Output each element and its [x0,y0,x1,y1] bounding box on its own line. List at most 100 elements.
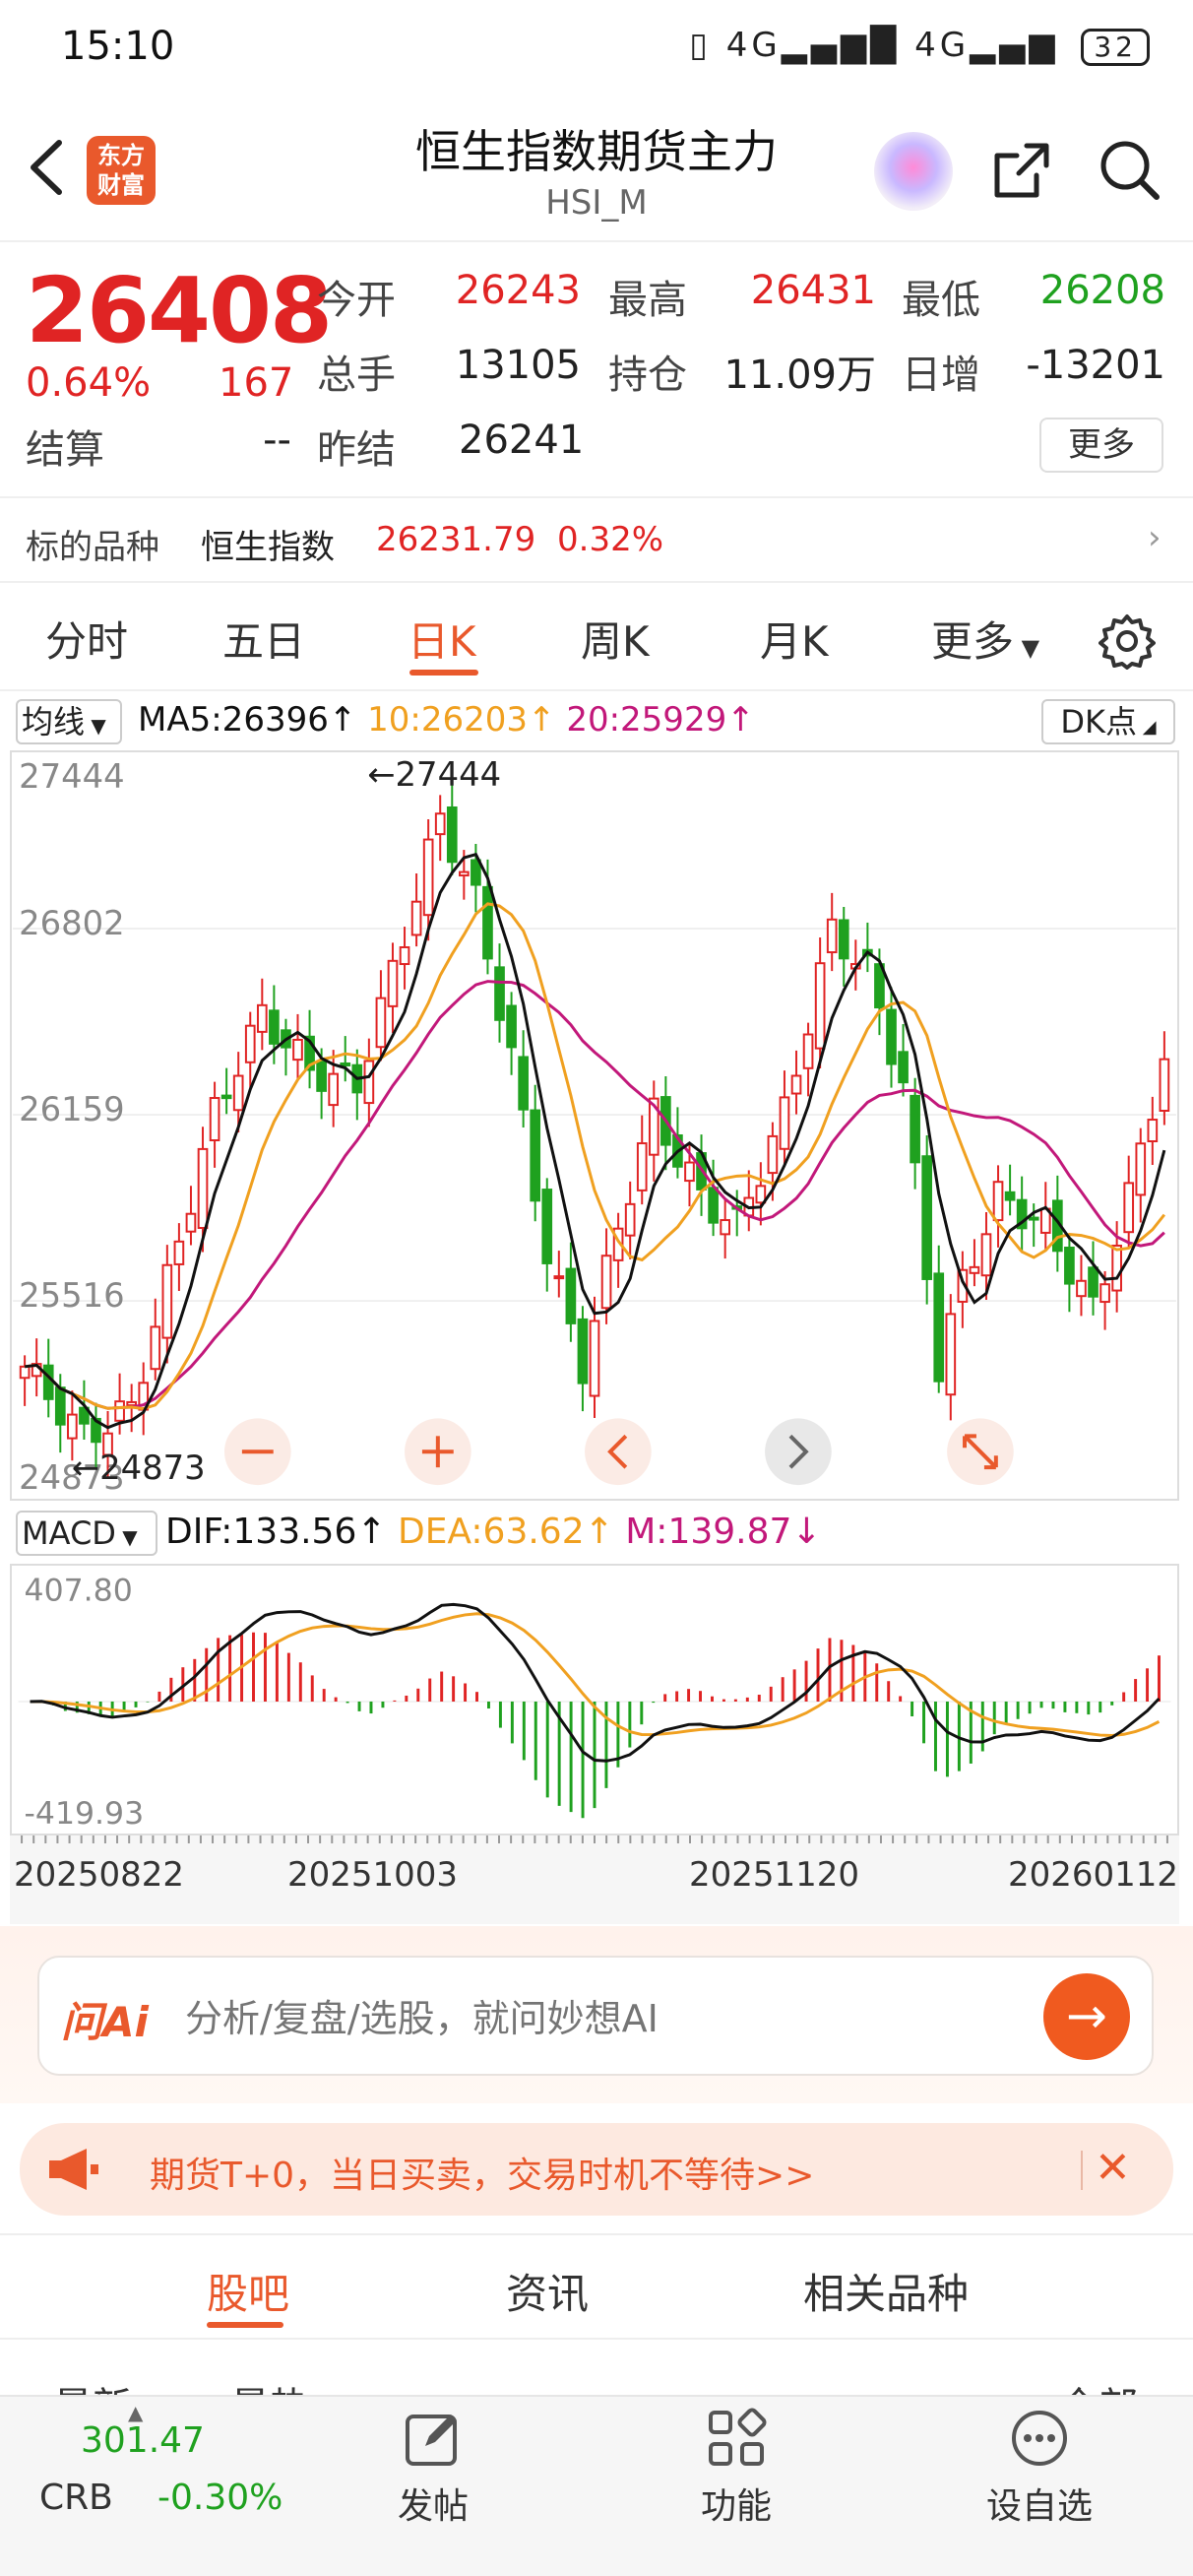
tab-weekly-k[interactable]: 周K [581,609,650,669]
macd-chart[interactable]: 407.80 -419.93 [10,1564,1179,1835]
quote-divider [0,496,1193,498]
nav-post[interactable]: 发帖 [345,2407,522,2564]
promo-divider [1081,2151,1083,2190]
daily-increase-label: 日增 [902,353,980,398]
signal-icon-1: 4G▂▄▆█ [725,26,901,65]
settle-label: 结算 [26,427,104,473]
candle-body [1028,1216,1039,1221]
candle-body [471,859,481,886]
candle-body [720,1219,730,1236]
nav-functions[interactable]: 功能 [648,2407,825,2564]
last-price: 26408 [26,258,333,363]
date-label-1: 20250822 [14,1855,185,1895]
status-time: 15:10 [61,24,175,69]
fullscreen-button[interactable] [947,1418,1014,1486]
candle-body [150,1325,161,1371]
candle-body [375,997,387,1049]
tab-related[interactable]: 相关品种 [803,2261,969,2321]
crb-pct: -0.30% [157,2478,283,2518]
ma-select[interactable]: 均线 ▼ [16,699,122,744]
tab-forum[interactable]: 股吧 [207,2261,289,2321]
sort-latest[interactable]: 最新 [53,2375,132,2397]
share-icon[interactable] [989,138,1054,203]
candle-body [42,1364,54,1400]
open-interest-label: 持仓 [608,353,687,398]
tab-more[interactable]: 更多 ▼ [931,609,1039,669]
settle-value: -- [263,418,291,463]
nav-watchlist[interactable]: 设自选 [951,2407,1128,2564]
candle-body [708,1187,719,1224]
search-icon[interactable] [1098,138,1162,203]
peek-row: 最新 最热 全部 [0,2344,1193,2397]
tab-intraday[interactable]: 分时 [45,609,128,669]
underlying-divider [0,581,1193,583]
candle-body [256,1003,268,1033]
section-tabs [0,2233,1193,2340]
candle-body [1088,1266,1099,1298]
candle-body [518,1056,529,1111]
candle-body [459,870,470,877]
candle-body [565,1267,577,1324]
candle-body [114,1400,125,1422]
status-bar: 15:10 ▯ 4G▂▄▆█ 4G▂▄▆ 32 [0,0,1193,98]
change-value: 167 [219,360,294,406]
candle-body [292,1038,303,1062]
candle-body [624,1202,636,1237]
filter-all[interactable]: 全部 [1059,2375,1138,2397]
ai-search-input[interactable] [185,1993,992,2044]
y-label-4: 25516 [19,1276,125,1315]
crb-name[interactable]: CRB [39,2478,113,2518]
vibrate-icon: ▯ [689,26,712,65]
scroll-right-button[interactable] [765,1418,832,1486]
zoom-out-button[interactable] [223,1418,291,1486]
tab-daily-k[interactable]: 日K [408,609,476,669]
gear-icon[interactable] [1099,612,1156,670]
candle-body [1159,1058,1170,1112]
dk-points-button[interactable]: DK点 ◢ [1041,699,1175,744]
crb-value: 301.47 [81,2420,205,2461]
tab-news[interactable]: 资讯 [506,2261,589,2321]
kline-chart[interactable]: 27444 26802 26159 25516 24873 ←27444 ←24… [10,750,1179,1501]
nav-functions-label: 功能 [700,2486,772,2527]
dropdown-icon: ▼ [1014,634,1040,662]
header-divider [0,240,1193,242]
sort-hot[interactable]: 最热 [230,2375,309,2397]
candles [19,779,1170,1479]
candle-body [553,1275,565,1280]
candle-body [399,945,410,966]
zoom-in-button[interactable] [405,1418,471,1486]
open-interest-value: 11.09万 [723,353,876,398]
candle-body [992,1181,1004,1222]
low-label: 最低 [902,278,980,323]
period-tabs: 分时 五日 日K 周K 月K 更多 ▼ [0,591,1193,685]
date-axis: 20250822 20251003 20251120 20260112 [10,1835,1179,1924]
scroll-left-button[interactable] [585,1418,652,1486]
arrow-right-icon[interactable]: → [1043,1973,1130,2060]
dropdown-icon: ▼ [115,1525,138,1549]
nav-watchlist-label: 设自选 [985,2486,1093,2527]
date-label-2: 20251003 [287,1855,459,1895]
tab-five-day[interactable]: 五日 [222,609,305,669]
candle-body [826,918,838,954]
candle-body [363,1060,375,1105]
date-label-4: 20260112 [1008,1855,1179,1895]
candle-body [541,1189,553,1264]
close-icon[interactable]: ✕ [1095,2143,1131,2193]
promo-text: 期货T+0，当日买卖，交易时机不等待>> [150,2156,815,2196]
megaphone-icon [49,2149,98,2190]
candle-body [898,1051,909,1084]
high-value: 26431 [750,268,876,313]
candle-body [790,1074,802,1095]
high-label: 最高 [608,278,687,323]
macd-values: DIF:133.56↑ DEA:63.62↑ M:139.87↓ [165,1512,822,1552]
macd-bars [39,1632,1161,1819]
indicator-select[interactable]: MACD ▼ [16,1511,157,1556]
candle-body [387,959,399,1007]
more-quote-button[interactable]: 更多 [1039,418,1163,473]
candle-body [482,885,493,960]
candle-body [161,1263,173,1339]
ai-robot-icon[interactable] [874,132,953,211]
underlying-row[interactable]: 标的品种 恒生指数 26231.79 0.32% › [0,500,1193,583]
candle-body [921,1155,933,1280]
tab-monthly-k[interactable]: 月K [760,609,829,669]
